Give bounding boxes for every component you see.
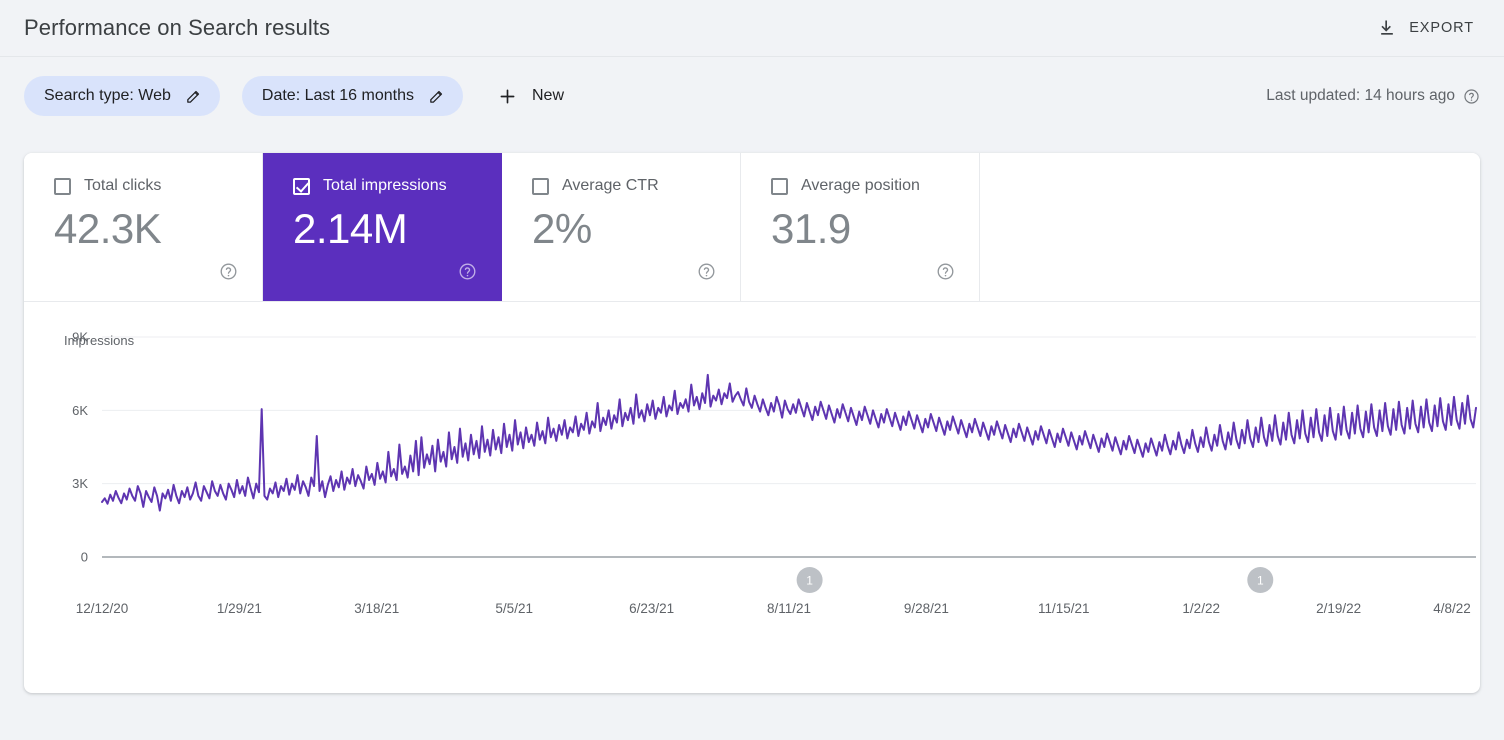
x-axis-tick-label: 3/18/21	[354, 601, 399, 616]
metric-tabs-filler	[980, 153, 1480, 301]
x-axis-tick-label: 9/28/21	[904, 601, 949, 616]
metric-head: Total impressions	[293, 177, 501, 195]
impressions-line	[101, 373, 1477, 512]
svg-text:1: 1	[1257, 574, 1264, 588]
x-axis-tick-label: 1/2/22	[1182, 601, 1220, 616]
last-updated-label: Last updated: 14 hours ago	[1266, 87, 1455, 104]
chart-svg[interactable]: 0 3K 6K 9K 12/12/20 1/29/21 3/18/21 5/5/21 6/23/…	[24, 301, 1480, 693]
filter-chip-date[interactable]: Date: Last 16 months	[241, 76, 463, 116]
add-new-filter-label: New	[531, 87, 564, 104]
y-axis-tick-label: 3K	[72, 476, 88, 491]
plus-icon	[497, 86, 518, 107]
x-axis-tick-label: 1/29/21	[217, 601, 262, 616]
page-title: Performance on Search results	[24, 15, 331, 40]
metric-tab-total-clicks[interactable]: Total clicks 42.3K	[24, 153, 263, 301]
checkbox-icon[interactable]	[54, 177, 71, 195]
performance-card: Total clicks 42.3K Total impressions 2.1…	[24, 153, 1480, 693]
metric-head: Average position	[771, 177, 979, 195]
x-axis-tick-label: 5/5/21	[495, 601, 533, 616]
add-new-filter-button[interactable]: New	[487, 80, 574, 113]
metric-tab-average-position[interactable]: Average position 31.9	[741, 153, 980, 301]
help-icon[interactable]	[1463, 88, 1480, 105]
filter-chip-search-type-label: Search type: Web	[44, 87, 171, 104]
metric-tab-average-ctr[interactable]: Average CTR 2%	[502, 153, 741, 301]
metric-value: 42.3K	[54, 205, 162, 252]
x-axis-tick-label: 4/8/22	[1433, 601, 1471, 616]
y-axis-tick-label: 0	[81, 550, 88, 565]
x-axis-tick-label: 11/15/21	[1038, 601, 1090, 616]
metric-label: Average CTR	[562, 177, 659, 194]
chart-annotation-badge: 1	[1247, 567, 1274, 593]
metric-label: Total clicks	[84, 177, 162, 194]
metric-head: Total clicks	[54, 177, 262, 195]
impressions-chart: Impressions 0 3K 6K 9K 12/12/20 1/29/21 3/18/2…	[24, 301, 1480, 693]
metric-label: Average position	[801, 177, 920, 194]
pencil-icon[interactable]	[185, 88, 202, 105]
export-button[interactable]: EXPORT	[1371, 14, 1480, 42]
checkbox-icon[interactable]	[771, 177, 788, 195]
filter-bar: Search type: Web Date: Last 16 months Ne…	[0, 57, 1504, 135]
x-axis-tick-label: 8/11/21	[767, 601, 811, 616]
metric-tab-total-impressions[interactable]: Total impressions 2.14M	[263, 153, 502, 301]
chart-annotation-badge: 1	[796, 567, 823, 593]
checkbox-icon[interactable]	[532, 177, 549, 195]
metric-value: 2.14M	[293, 205, 408, 252]
pencil-icon[interactable]	[428, 88, 445, 105]
filter-chip-date-label: Date: Last 16 months	[261, 87, 414, 104]
download-icon	[1377, 18, 1397, 38]
y-axis-tick-label: 6K	[72, 403, 88, 418]
metric-head: Average CTR	[532, 177, 740, 195]
metric-value: 2%	[532, 205, 592, 252]
last-updated-status: Last updated: 14 hours ago	[1266, 87, 1480, 105]
export-label: EXPORT	[1409, 20, 1474, 36]
checkbox-checked-icon[interactable]	[293, 177, 310, 195]
x-axis-tick-label: 2/19/22	[1316, 601, 1361, 616]
metric-tabs: Total clicks 42.3K Total impressions 2.1…	[24, 153, 1480, 301]
metric-value: 31.9	[771, 205, 851, 252]
metric-label: Total impressions	[323, 177, 447, 194]
y-axis-tick-label: 9K	[72, 330, 88, 345]
x-axis-tick-label: 12/12/20	[76, 601, 129, 616]
svg-text:1: 1	[806, 574, 813, 588]
page-header: Performance on Search results EXPORT	[0, 0, 1504, 57]
filter-chip-search-type[interactable]: Search type: Web	[24, 76, 220, 116]
x-axis-tick-label: 6/23/21	[629, 601, 674, 616]
